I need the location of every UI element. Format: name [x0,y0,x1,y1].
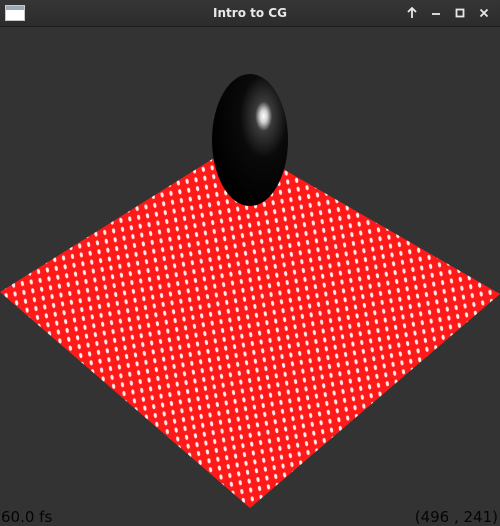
keep-above-button[interactable] [403,4,421,22]
minimize-icon [432,13,440,15]
mouse-coordinates: (496 , 241) [414,508,498,526]
render-viewport[interactable]: 60.0 fs (496 , 241) [0,27,500,526]
window-title: Intro to CG [213,6,287,20]
app-window: Intro to CG 60.0 fs (496 , 241) [0,0,500,526]
maximize-button[interactable] [451,4,469,22]
black-sphere [212,74,288,206]
rendered-scene [0,27,500,526]
window-icon[interactable] [5,5,25,21]
title-bar[interactable]: Intro to CG [0,0,500,27]
close-button[interactable] [475,4,493,22]
maximize-icon [455,8,465,18]
fps-counter: 60.0 fs [1,508,53,526]
minimize-button[interactable] [427,4,445,22]
close-icon [479,8,489,18]
arrow-up-icon [407,7,417,18]
